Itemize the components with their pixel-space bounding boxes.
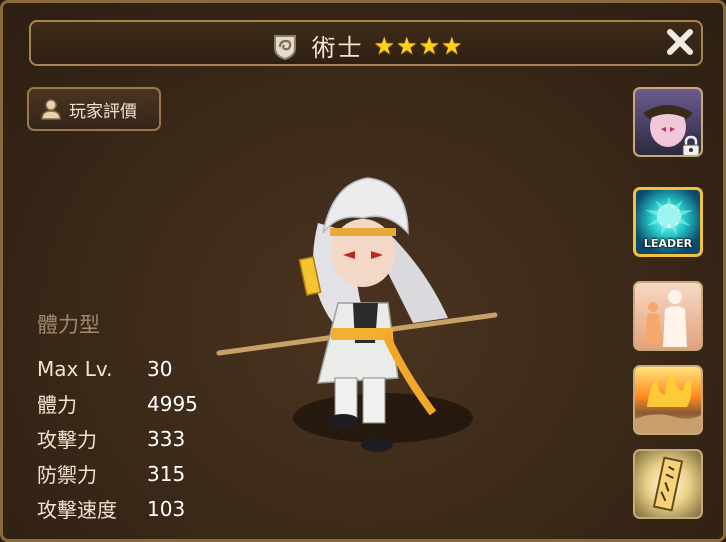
element-wind-icon <box>274 34 297 60</box>
skill-1-button[interactable] <box>633 281 703 351</box>
stat-value: 30 <box>147 356 173 381</box>
title-bar: 術士 ★ ★ ★ ★ <box>29 20 703 66</box>
stat-row: 防禦力 315 <box>37 456 198 491</box>
stat-value: 4995 <box>147 391 198 416</box>
monster-info-panel: 術士 ★ ★ ★ ★ 玩家評價 體力型 Max Lv. 30 體力 4995 攻… <box>0 0 726 542</box>
monster-character-image <box>216 177 498 452</box>
team-buff-skill-icon <box>645 290 687 347</box>
stat-label: 攻擊速度 <box>37 498 117 522</box>
close-button[interactable] <box>663 25 697 59</box>
stat-value: 333 <box>147 426 186 451</box>
player-review-label: 玩家評價 <box>69 101 137 122</box>
leader-label: LEADER <box>643 237 693 250</box>
leader-skill-icon <box>645 196 693 236</box>
stat-row: 體力 4995 <box>37 386 198 421</box>
stat-label: 防禦力 <box>37 463 97 487</box>
star-rating: ★ ★ ★ ★ <box>373 32 462 60</box>
stats-panel: 體力型 Max Lv. 30 體力 4995 攻擊力 333 防禦力 315 攻… <box>37 309 198 526</box>
lock-icon <box>682 135 700 155</box>
awakened-form-button[interactable] <box>633 87 703 157</box>
close-icon <box>667 29 693 55</box>
star-icon: ★ <box>373 31 395 60</box>
talisman-skill-icon <box>652 456 684 512</box>
star-icon: ★ <box>395 31 418 60</box>
stat-row: Max Lv. 30 <box>37 351 198 386</box>
skill-3-button[interactable] <box>633 449 703 519</box>
star-icon: ★ <box>418 31 441 60</box>
person-icon <box>41 99 61 120</box>
stat-row: 攻擊速度 103 <box>37 491 198 526</box>
monster-type: 體力型 <box>37 313 100 337</box>
stat-label: 體力 <box>37 393 77 417</box>
stat-label: 攻擊力 <box>37 428 97 452</box>
stat-value: 103 <box>147 496 186 521</box>
skill-2-button[interactable] <box>633 365 703 435</box>
star-icon: ★ <box>441 31 463 60</box>
fire-skill-icon <box>635 373 701 433</box>
player-review-button[interactable]: 玩家評價 <box>27 87 161 131</box>
monster-name: 術士 <box>311 34 364 62</box>
stat-label: Max Lv. <box>37 356 113 381</box>
stat-row: 攻擊力 333 <box>37 421 198 456</box>
stat-value: 315 <box>147 461 186 486</box>
leader-skill-button[interactable]: LEADER <box>633 187 703 257</box>
